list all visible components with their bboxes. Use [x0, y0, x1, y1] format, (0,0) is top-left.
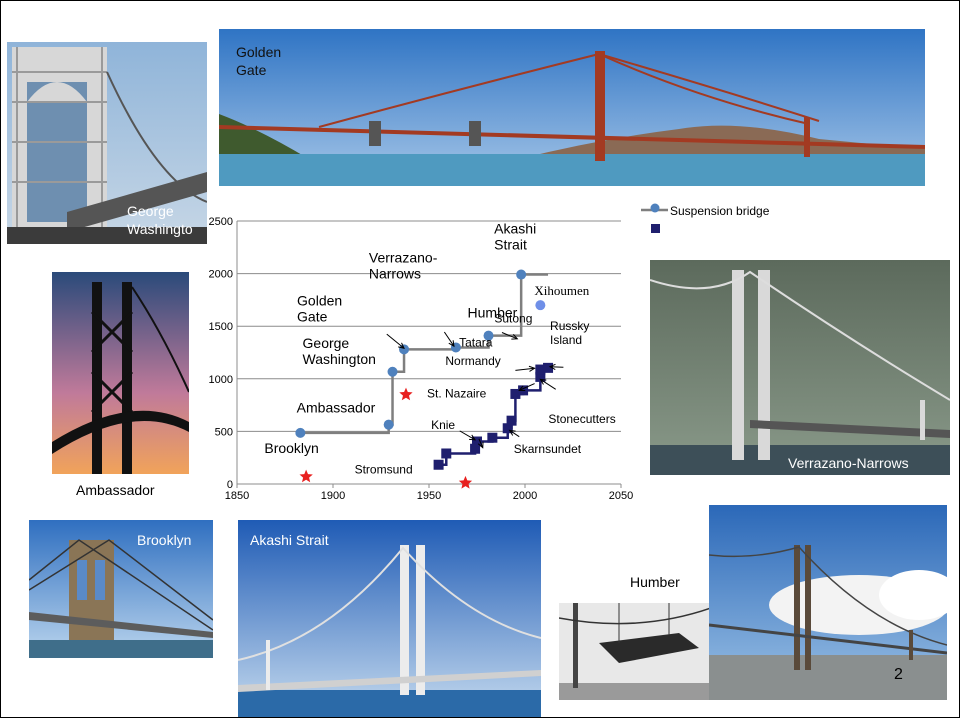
cable-stayed-label: Knie: [431, 418, 455, 432]
y-tick-label: 2500: [209, 216, 233, 228]
x-tick-label: 2050: [609, 490, 633, 502]
suspension-label: Verrazano-: [369, 249, 438, 265]
suspension-point: [516, 269, 527, 280]
cable-stayed-label: Stromsund: [355, 463, 413, 477]
xihoumen-point: [535, 300, 546, 311]
cable-stayed-point: [506, 415, 517, 426]
suspension-label: Narrows: [369, 265, 421, 281]
cable-stayed-point: [433, 459, 444, 470]
star-marker: [299, 469, 313, 483]
cable-stayed-label: Skarnsundet: [514, 442, 582, 456]
suspension-label: Brooklyn: [264, 440, 318, 456]
star-marker: [458, 475, 473, 489]
cable-stayed-label: St. Nazaire: [427, 386, 487, 400]
suspension-label: George: [303, 335, 350, 351]
annotation-arrow: [443, 331, 455, 347]
legend-label-suspension: Suspension bridge: [670, 204, 770, 218]
star-marker: [399, 387, 413, 401]
cable-stayed-point: [487, 432, 498, 443]
annotation-arrow: [549, 366, 564, 368]
suspension-point: [383, 419, 394, 430]
suspension-label: Strait: [494, 237, 527, 253]
suspension-label: Washington: [303, 351, 376, 367]
annotation-arrow: [386, 333, 405, 349]
cable-stayed-label: Island: [550, 333, 582, 347]
cable-stayed-label: Tatara: [459, 335, 493, 349]
suspension-point: [387, 366, 398, 377]
suspension-label: Gate: [297, 308, 328, 324]
y-tick-label: 500: [215, 426, 233, 438]
suspension-label: Ambassador: [297, 400, 376, 416]
x-tick-label: 1850: [225, 490, 249, 502]
x-tick-label: 1900: [321, 490, 345, 502]
suspension-label: Golden: [297, 292, 342, 308]
x-tick-label: 1950: [417, 490, 441, 502]
y-tick-label: 2000: [209, 269, 233, 281]
cable-stayed-label: Normandy: [445, 354, 500, 368]
y-tick-label: 1000: [209, 374, 233, 386]
legend-marker-suspension: [650, 203, 660, 213]
y-tick-label: 1500: [209, 321, 233, 333]
annotation-arrow: [459, 430, 476, 441]
cable-stayed-label: Stonecutters: [548, 412, 615, 426]
suspension-point: [295, 427, 306, 438]
cable-stayed-point: [441, 448, 452, 459]
cable-stayed-label: Russky: [550, 319, 589, 333]
legend-marker-cable-stayed: [651, 224, 660, 233]
xihoumen-label: Xihoumen: [534, 283, 589, 298]
x-tick-label: 2000: [513, 490, 537, 502]
cable-stayed-label: Sutong: [494, 312, 532, 326]
suspension-label: Akashi: [494, 221, 536, 237]
annotation-arrow: [540, 378, 556, 390]
bridge-span-chart: 050010001500200025001850 1900 1950 2000 2050…: [209, 203, 770, 502]
